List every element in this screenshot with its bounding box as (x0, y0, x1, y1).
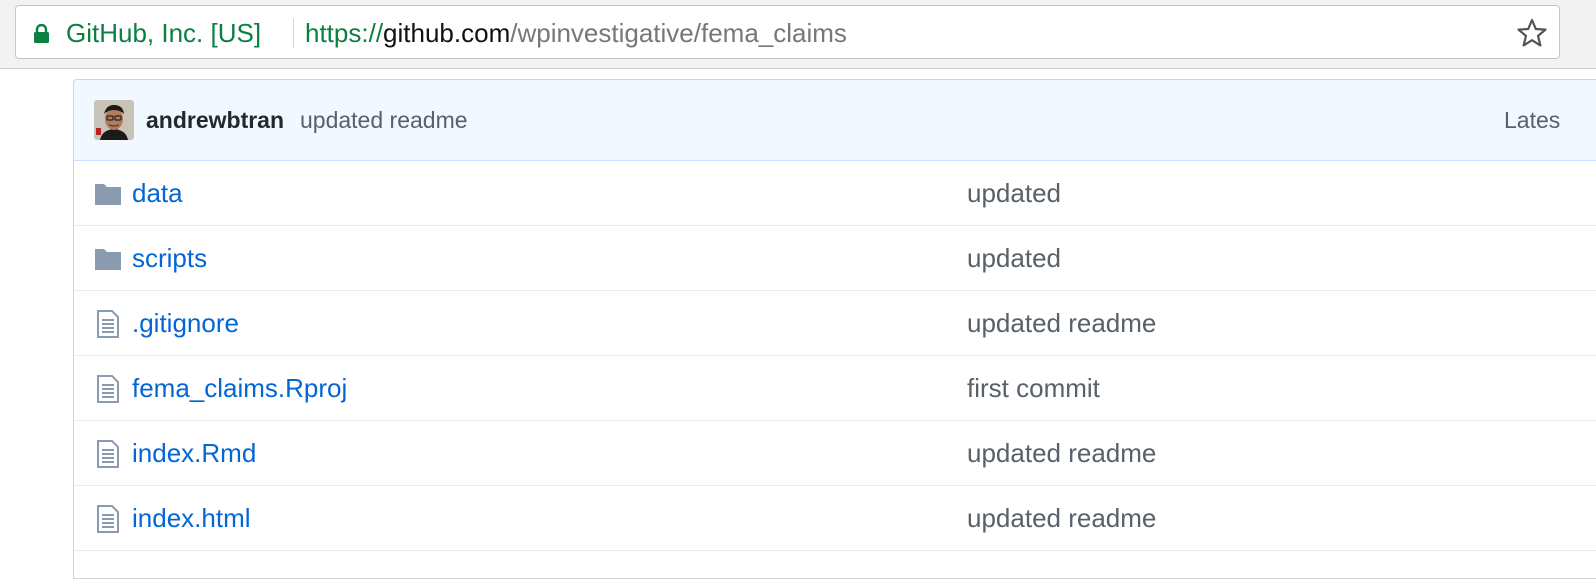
file-name-link[interactable]: scripts (132, 242, 207, 274)
security-chip[interactable]: GitHub, Inc. [US] (66, 17, 261, 49)
file-row[interactable]: .gitignore updated readme (74, 291, 1596, 356)
file-name-link[interactable]: .gitignore (132, 307, 239, 339)
file-commit-message[interactable]: updated (967, 242, 1061, 274)
file-row[interactable]: fema_claims.Rproj first commit (74, 356, 1596, 421)
url-host: github.com (383, 18, 511, 48)
folder-icon (95, 184, 121, 205)
file-commit-message[interactable]: first commit (967, 372, 1100, 404)
file-name-link[interactable]: fema_claims.Rproj (132, 372, 347, 404)
file-commit-message[interactable]: updated readme (967, 502, 1156, 534)
file-name-link[interactable]: index.Rmd (132, 437, 256, 469)
file-icon (97, 375, 119, 403)
file-table: andrewbtran updated readme Lates data up… (73, 79, 1596, 579)
file-row[interactable]: index.Rmd updated readme (74, 421, 1596, 486)
url-text[interactable]: https://github.com/wpinvestigative/fema_… (305, 17, 847, 49)
url-path: /wpinvestigative/fema_claims (510, 18, 847, 48)
lock-icon[interactable] (34, 24, 49, 43)
file-icon (97, 440, 119, 468)
file-row[interactable]: scripts updated (74, 226, 1596, 291)
browser-toolbar: GitHub, Inc. [US] https://github.com/wpi… (0, 0, 1596, 69)
commit-message[interactable]: updated readme (300, 104, 468, 136)
folder-icon (95, 249, 121, 270)
star-icon[interactable] (1517, 18, 1547, 48)
file-commit-message[interactable]: updated readme (967, 437, 1156, 469)
commit-author[interactable]: andrewbtran (146, 104, 284, 136)
avatar-image (94, 100, 134, 140)
avatar[interactable] (94, 100, 134, 140)
file-row[interactable]: index.html updated readme (74, 486, 1596, 551)
file-row[interactable]: data updated (74, 161, 1596, 226)
latest-commit-label: Lates (1504, 107, 1561, 133)
url-scheme: https:// (305, 18, 384, 48)
latest-commit-bar: andrewbtran updated readme Lates (74, 80, 1596, 161)
file-commit-message[interactable]: updated readme (967, 307, 1156, 339)
chip-divider (293, 18, 294, 48)
file-name-link[interactable]: data (132, 177, 183, 209)
file-icon (97, 505, 119, 533)
file-name-link[interactable]: index.html (132, 502, 251, 534)
address-bar[interactable]: GitHub, Inc. [US] https://github.com/wpi… (15, 5, 1560, 59)
file-commit-message[interactable]: updated (967, 177, 1061, 209)
file-icon (97, 310, 119, 338)
